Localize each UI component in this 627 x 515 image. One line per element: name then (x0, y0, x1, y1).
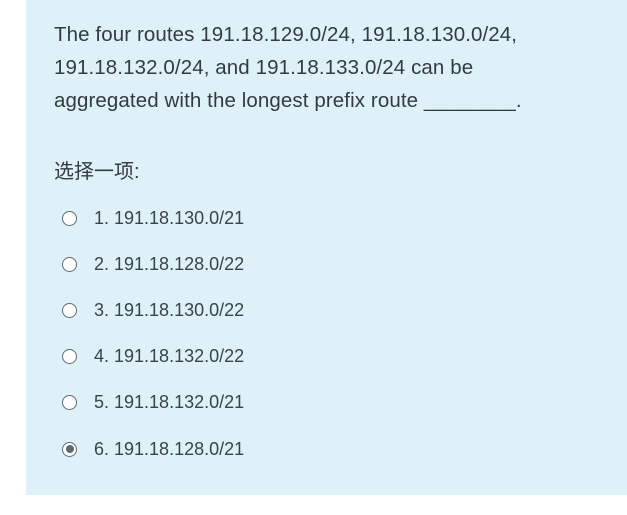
option-label: 1. 191.18.130.0/21 (94, 207, 245, 228)
answer-option-1[interactable]: 1. 191.18.130.0/21 (54, 195, 599, 241)
answer-option-4[interactable]: 4. 191.18.132.0/22 (54, 334, 599, 380)
answer-option-3[interactable]: 3. 191.18.130.0/22 (54, 287, 599, 333)
answer-option-5[interactable]: 5. 191.18.132.0/21 (54, 380, 599, 426)
radio-button[interactable] (62, 302, 77, 318)
answer-option-2[interactable]: 2. 191.18.128.0/22 (54, 241, 599, 287)
option-label: 3. 191.18.130.0/22 (94, 299, 245, 320)
radio-button[interactable] (62, 210, 77, 226)
question-text: The four routes 191.18.129.0/24, 191.18.… (54, 23, 522, 112)
radio-button[interactable] (62, 349, 77, 365)
option-label: 2. 191.18.128.0/22 (94, 253, 245, 274)
answer-option-6[interactable]: 6. 191.18.128.0/21 (54, 426, 599, 472)
option-label: 4. 191.18.132.0/22 (94, 346, 245, 367)
radio-button[interactable] (62, 395, 77, 411)
radio-button[interactable] (62, 256, 77, 272)
answer-options: 1. 191.18.130.0/21 2. 191.18.128.0/22 3.… (54, 195, 599, 472)
option-label: 6. 191.18.128.0/21 (94, 438, 245, 459)
radio-button[interactable] (62, 441, 77, 457)
choose-one-prompt: 选择一项: (54, 161, 140, 183)
option-label: 5. 191.18.132.0/21 (94, 392, 245, 413)
question-panel: The four routes 191.18.129.0/24, 191.18.… (26, 0, 627, 495)
